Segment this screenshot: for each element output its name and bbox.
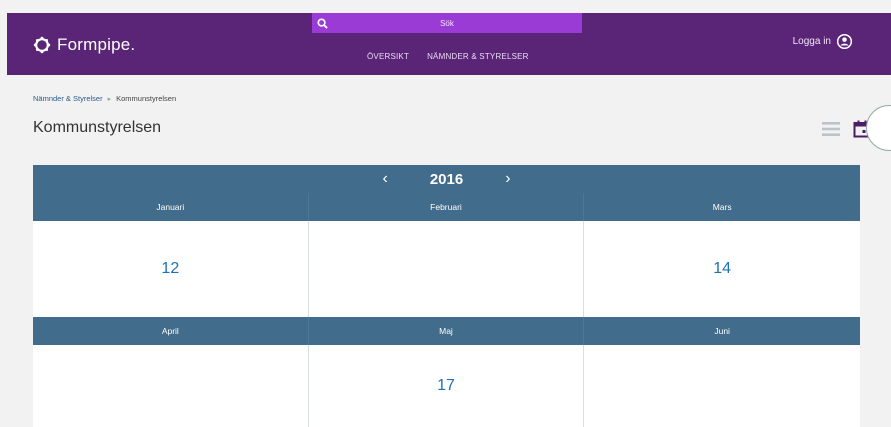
formpipe-logo[interactable]: Formpipe.: [33, 34, 135, 56]
breadcrumb-separator-icon: ▸: [107, 95, 112, 103]
chevron-right-icon[interactable]: ›: [505, 170, 510, 188]
month-count-link[interactable]: 12: [33, 221, 309, 317]
logo-text: Formpipe.: [57, 35, 136, 54]
user-icon: [836, 33, 853, 50]
month-row-2: April Maj 17 Juni: [33, 317, 860, 427]
breadcrumb-link[interactable]: Nämnder & Styrelser: [33, 94, 103, 103]
month-januari: Januari 12: [33, 193, 309, 317]
nav-namnder-styrelser[interactable]: NÄMNDER & STYRELSER: [427, 52, 529, 61]
logo-icon: [33, 36, 51, 54]
search-placeholder: Sök: [440, 18, 454, 28]
month-mars: Mars 14: [584, 193, 860, 317]
breadcrumb-current: Kommunstyrelsen: [116, 94, 177, 103]
list-view-icon[interactable]: [822, 121, 840, 137]
month-april: April: [33, 317, 309, 427]
breadcrumb: Nämnder & Styrelser ▸ Kommunstyrelsen: [33, 94, 176, 103]
month-header: Juni: [584, 317, 860, 345]
nav-oversikt[interactable]: ÖVERSIKT: [367, 52, 409, 61]
month-header: Mars: [584, 193, 860, 221]
search-input[interactable]: Sök: [312, 13, 582, 33]
search-icon[interactable]: [312, 13, 332, 33]
login-label: Logga in: [792, 36, 831, 47]
top-header: Formpipe. Sök ÖVERSIKT NÄMNDER & STYRELS…: [7, 13, 891, 75]
login-button[interactable]: Logga in: [793, 33, 853, 50]
month-count-link[interactable]: 17: [308, 345, 585, 427]
month-header: April: [33, 317, 309, 345]
month-count-link: [584, 345, 860, 427]
main-nav: ÖVERSIKT NÄMNDER & STYRELSER: [367, 52, 529, 61]
scroll-top-button[interactable]: [866, 105, 891, 151]
year-calendar: ‹ 2016 › Januari 12 Februari Mars 14 Apr…: [33, 165, 860, 427]
month-count-link[interactable]: 14: [584, 221, 860, 317]
month-count-link: [308, 221, 585, 317]
month-header: Maj: [308, 317, 585, 345]
view-toggle: [822, 120, 871, 138]
month-juni: Juni: [584, 317, 860, 427]
month-header: Februari: [308, 193, 585, 221]
page-title: Kommunstyrelsen: [33, 119, 162, 136]
month-maj: Maj 17: [308, 317, 585, 427]
month-count-link: [33, 345, 309, 427]
chevron-left-icon[interactable]: ‹: [382, 170, 387, 188]
month-header: Januari: [33, 193, 309, 221]
year-navigation: ‹ 2016 ›: [33, 165, 860, 193]
month-februari: Februari: [308, 193, 585, 317]
month-row-1: Januari 12 Februari Mars 14: [33, 193, 860, 317]
year-label: 2016: [429, 170, 464, 188]
